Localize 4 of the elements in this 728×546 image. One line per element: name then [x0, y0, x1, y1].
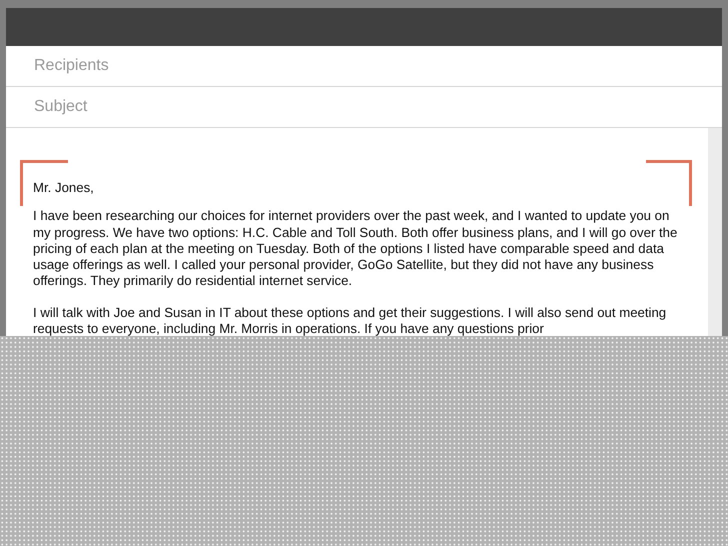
body-paragraph: I have been researching our choices for internet providers over the past week, and I wanted to update you on my progress. We have two options: H.C. Cable and Toll South. Both offer business plans, and I will go over the pricing of each plan at the meeting on Tuesday. Both of the options I listed have comparable speed and data usage offerings as well. I called your personal provider, GoGo Satellite, but they did not have any business offerings. They primarily do residential internet service. [33, 208, 678, 290]
greeting-text: Mr. Jones, [33, 180, 95, 196]
corner-bracket [646, 160, 692, 206]
body-paragraph: I will talk with Joe and Susan in IT about these options and get their suggestions. I will also send out meeting requests to everyone, including Mr. Morris in operations. If you have any questions prior [33, 304, 668, 338]
